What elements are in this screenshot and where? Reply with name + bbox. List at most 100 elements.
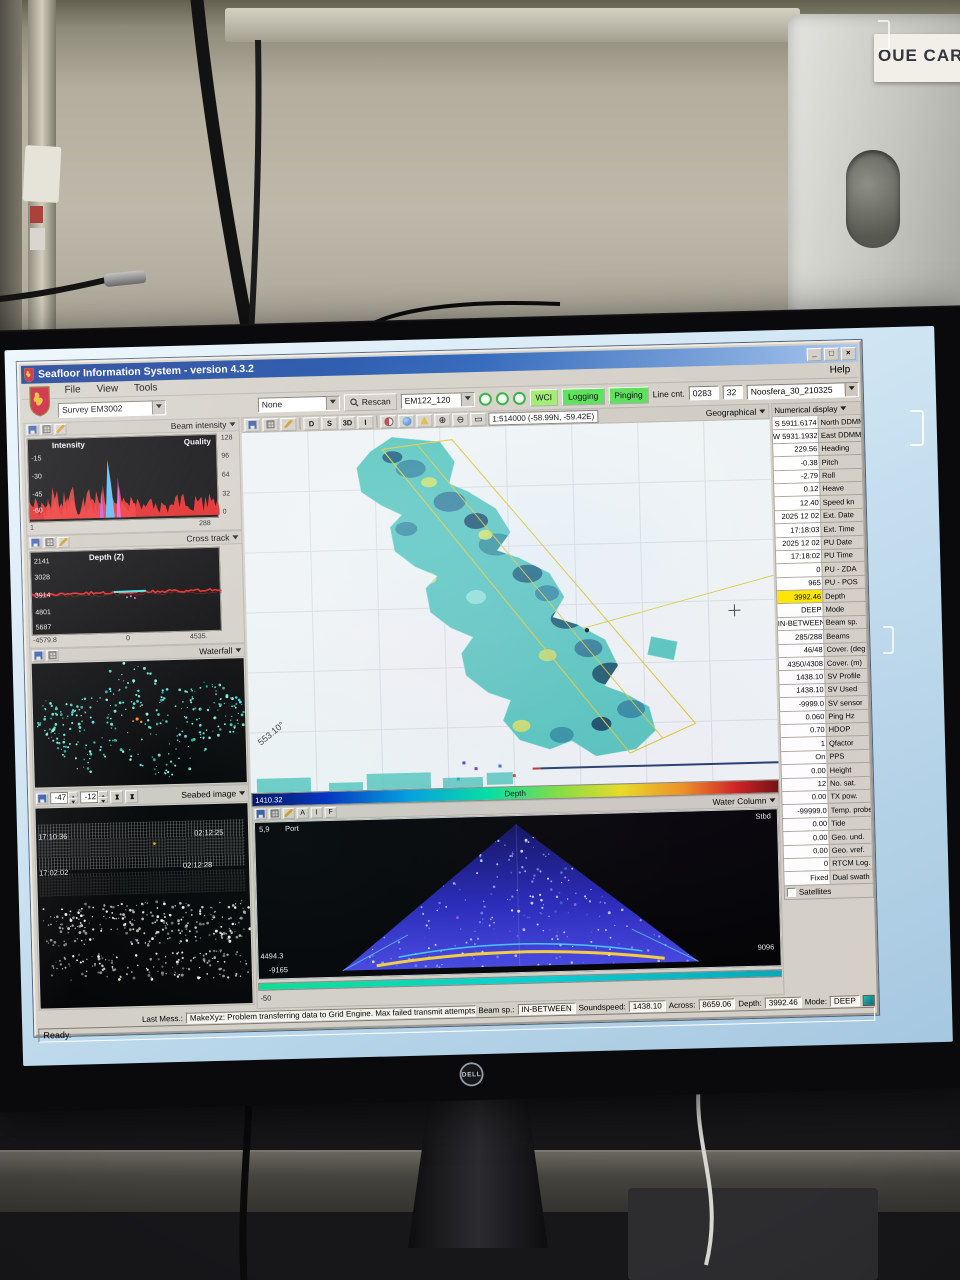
sounder-select[interactable]: EM122_120 xyxy=(400,392,474,409)
zoom-in-icon[interactable]: ⊕ xyxy=(434,413,450,426)
save-icon[interactable] xyxy=(255,808,267,819)
wci-button[interactable]: WCI xyxy=(529,388,558,406)
map-toggle-button[interactable]: D xyxy=(303,417,319,430)
chevron-down-icon[interactable] xyxy=(460,393,473,406)
pu-select[interactable]: None xyxy=(258,395,340,412)
seabed-time-3: 17:02:02 xyxy=(39,868,68,878)
grid-icon[interactable] xyxy=(269,808,281,819)
led-button-1[interactable] xyxy=(478,392,491,405)
status-field-value: 8659.06 xyxy=(698,998,735,1010)
pinging-button[interactable]: Pinging xyxy=(608,386,649,404)
projection-select[interactable]: Geographical xyxy=(706,406,767,418)
wc-mode-button[interactable]: A xyxy=(297,807,309,818)
numerical-value: -0.38 xyxy=(774,456,820,470)
numerical-label: HDOP xyxy=(827,723,869,736)
gain-down-icon[interactable] xyxy=(68,798,78,804)
snapshot-icon[interactable] xyxy=(280,417,296,430)
waterfall-view-select[interactable]: Waterfall xyxy=(199,645,242,656)
numerical-label: Ext. Date xyxy=(821,509,863,522)
edit-icon[interactable] xyxy=(283,807,295,818)
menu-item[interactable]: File xyxy=(57,383,87,397)
coverage-icon[interactable] xyxy=(380,415,396,428)
camera-focus-bracket xyxy=(910,410,924,446)
save-icon[interactable] xyxy=(36,793,48,804)
edit-icon[interactable] xyxy=(57,536,69,547)
seabed-time-4: 02:12:28 xyxy=(183,860,212,870)
map-toggle-button[interactable]: S xyxy=(321,416,337,429)
numerical-label: SV Used xyxy=(825,683,867,696)
gain-stepper[interactable]: -47 xyxy=(50,792,78,805)
save-icon[interactable] xyxy=(26,424,38,435)
grid-icon[interactable] xyxy=(43,537,55,548)
geographic-map[interactable]: 553.10° xyxy=(242,419,779,793)
beam-ytick: -30 xyxy=(32,473,42,480)
menu-item[interactable]: View xyxy=(89,382,125,396)
minimize-button[interactable]: _ xyxy=(807,347,822,360)
numerical-label: Depth xyxy=(823,589,865,602)
water-column-view-select[interactable]: Water Column xyxy=(712,795,776,807)
gain-value[interactable]: -47 xyxy=(50,792,68,804)
quality-ytick: 128 xyxy=(221,434,233,441)
numerical-value: Fixed xyxy=(784,871,830,885)
magnifier-icon xyxy=(350,398,359,407)
numerical-display-select[interactable]: Numerical display xyxy=(774,403,847,415)
save-icon[interactable] xyxy=(32,650,44,661)
maximize-button[interactable]: □ xyxy=(824,347,839,360)
survey-select[interactable]: Survey EM3002 xyxy=(58,400,166,418)
map-toggle-button[interactable]: I xyxy=(357,415,373,428)
numerical-value: 0 xyxy=(776,563,822,577)
numerical-display-label: Numerical display xyxy=(774,404,837,415)
numerical-label: SV sensor xyxy=(826,696,868,709)
zoom-out-icon[interactable]: ⊖ xyxy=(452,413,468,426)
seabed-view-select[interactable]: Seabed image xyxy=(181,788,246,800)
seabed-view-label: Seabed image xyxy=(181,788,236,799)
wc-left-value-2: -9165 xyxy=(269,965,288,974)
tvg-stepper[interactable]: -12 xyxy=(80,791,108,804)
numerical-value: -99999.0 xyxy=(783,804,829,818)
scroll-up-down-icon[interactable] xyxy=(110,790,123,803)
grid-icon[interactable] xyxy=(46,650,58,661)
wc-mode-button[interactable]: F xyxy=(325,806,337,817)
globe-icon[interactable] xyxy=(398,414,414,427)
numerical-value: IN-BETWEEN xyxy=(778,617,824,631)
logging-button[interactable]: Logging xyxy=(562,387,605,405)
chevron-down-icon[interactable] xyxy=(152,401,165,414)
zoom-area-icon[interactable]: ▭ xyxy=(470,412,486,425)
cross-track-chart: Depth (Z) 2141 3028 3914 4801 5687 xyxy=(30,547,222,636)
satellites-checkbox[interactable] xyxy=(787,887,796,896)
center-column: D S 3D I ⊕ xyxy=(241,403,784,1009)
tvg-down-icon[interactable] xyxy=(98,797,108,803)
numerical-label: North DDMM xyxy=(818,415,860,428)
led-button-2[interactable] xyxy=(495,392,508,405)
line-count-field[interactable]: 0283 xyxy=(689,386,719,401)
grid-icon[interactable] xyxy=(40,424,52,435)
numerical-label: SV Profile xyxy=(825,669,867,682)
chevron-down-icon[interactable] xyxy=(326,396,339,409)
marker-icon[interactable] xyxy=(416,414,432,427)
close-button[interactable]: × xyxy=(841,347,856,360)
cross-track-view-select[interactable]: Cross track xyxy=(186,532,239,543)
scroll-up-down-icon-2[interactable] xyxy=(125,789,138,802)
sequence-field[interactable]: 32 xyxy=(723,385,743,400)
app-window: Seafloor Information System - version 4.… xyxy=(17,340,879,1037)
numerical-label: Pitch xyxy=(819,455,861,468)
save-icon[interactable] xyxy=(29,537,41,548)
wc-port-label: Port xyxy=(285,824,299,833)
beam-intensity-view-select[interactable]: Beam intensity xyxy=(171,419,237,431)
numerical-value: S 5911.6174 xyxy=(772,416,818,430)
norway-crest-icon xyxy=(27,385,52,418)
edit-icon[interactable] xyxy=(54,423,66,434)
wc-mode-button[interactable]: I xyxy=(311,807,323,818)
numerical-value: W 5931.1932 xyxy=(773,429,819,443)
numerical-label: Dual swath xyxy=(830,870,872,883)
save-icon[interactable] xyxy=(244,418,260,431)
menu-item[interactable]: Tools xyxy=(127,381,165,395)
chevron-down-icon[interactable] xyxy=(845,383,858,396)
print-icon[interactable] xyxy=(262,418,278,431)
line-select[interactable]: Noosfera_30_210325 xyxy=(747,381,859,399)
rescan-button[interactable]: Rescan xyxy=(344,393,397,411)
tvg-value[interactable]: -12 xyxy=(80,791,98,803)
led-button-3[interactable] xyxy=(512,391,525,404)
menu-help[interactable]: Help xyxy=(822,363,859,377)
map-toggle-button[interactable]: 3D xyxy=(339,416,355,429)
